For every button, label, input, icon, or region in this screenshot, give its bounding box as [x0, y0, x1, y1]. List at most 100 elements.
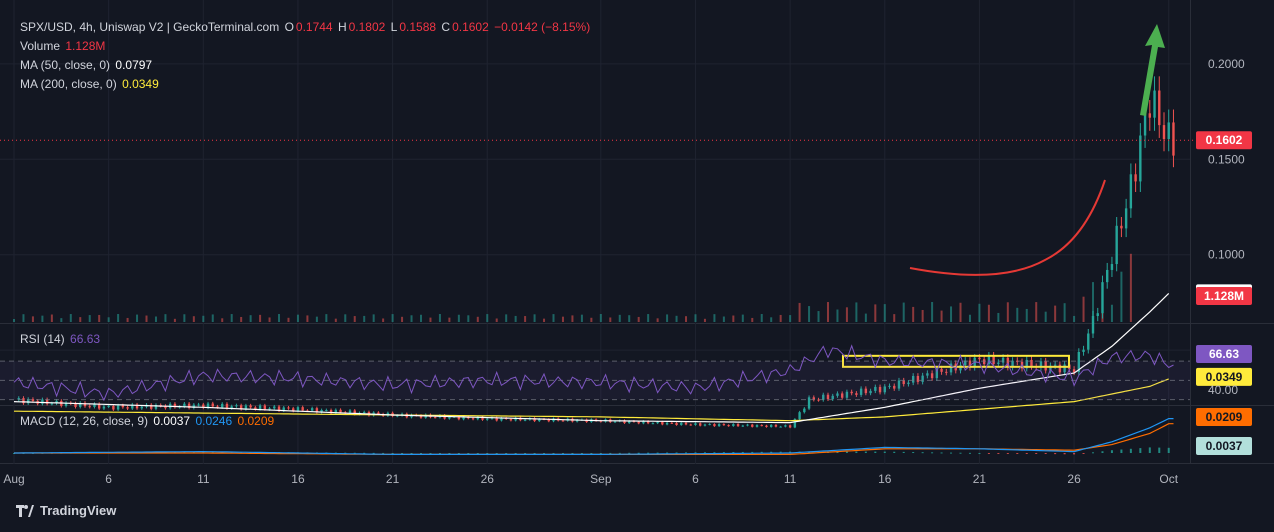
volume-bar [741, 314, 744, 322]
volume-bar [145, 315, 148, 322]
macd-hist-bar [1054, 453, 1057, 455]
macd-hist-bar [978, 453, 981, 454]
candle-body [784, 425, 787, 427]
macd-hist-bar [1044, 453, 1047, 454]
candle-body [1162, 125, 1166, 140]
candle-body [471, 418, 475, 420]
breakout-curve [909, 179, 1106, 276]
volume-bar [315, 316, 318, 322]
volume-bar [599, 314, 602, 322]
volume-bar [353, 316, 356, 322]
candle-body [684, 422, 688, 425]
candle-body [746, 424, 749, 426]
volume-bar [571, 315, 574, 322]
volume-bar [713, 314, 716, 322]
candle-body [755, 425, 759, 427]
tradingview-logo[interactable]: TradingView [16, 503, 116, 518]
volume-bar [382, 318, 385, 322]
volume-bar [779, 314, 782, 322]
candle-body [1129, 174, 1133, 209]
macd-hist-bar [1016, 453, 1019, 454]
volume-bar [703, 318, 706, 322]
volume-bar [136, 314, 139, 322]
candle-body [561, 420, 565, 422]
x-tick-label: 6 [105, 472, 112, 486]
x-tick-label: 11 [784, 472, 797, 486]
volume-bar [1035, 302, 1038, 322]
x-tick-label: 21 [973, 472, 987, 486]
x-tick-label: 16 [291, 472, 305, 486]
volume-bar [874, 304, 877, 322]
candle-body [713, 424, 716, 427]
candle-body [680, 422, 683, 425]
volume-bar [486, 314, 489, 322]
volume-bar [666, 314, 669, 322]
volume-bar [41, 315, 44, 322]
candle-body [675, 423, 678, 425]
tradingview-icon [16, 504, 34, 517]
candle-body [363, 411, 366, 413]
volume-bar [98, 314, 101, 322]
close-label: C [441, 20, 451, 34]
volume-bar [249, 315, 252, 322]
candle-body [112, 406, 115, 410]
y-tick-label: 0.1000 [1208, 248, 1245, 262]
candle-body [249, 405, 252, 408]
candle-body [978, 357, 981, 360]
chart-canvas[interactable]: Aug611162126Sep611162126Oct0.05000.10000… [0, 0, 1274, 532]
volume-bar [401, 316, 404, 322]
macd-hist-bar [1025, 453, 1028, 454]
x-tick-label: Aug [3, 472, 24, 486]
candle-body [287, 407, 290, 409]
volume-bar [647, 314, 650, 322]
volume-bar [628, 315, 631, 322]
candle-body [798, 412, 801, 420]
volume-bar [126, 317, 129, 322]
volume-bar [845, 307, 848, 322]
candle-body [708, 424, 711, 426]
macd-legend: MACD (12, 26, close, 9) 0.0037 0.0246 0.… [20, 412, 276, 431]
volume-bar [192, 316, 195, 322]
volume-bar [751, 317, 754, 322]
macd-hist-bar [931, 452, 934, 454]
candle-body [211, 403, 214, 407]
volume-bar [476, 316, 479, 322]
macd-hist-bar [1120, 449, 1123, 453]
low-value: 0.1588 [399, 20, 437, 34]
candle-body [1167, 122, 1170, 140]
volume-bar [732, 315, 735, 322]
candle-body [1110, 264, 1114, 270]
candle-body [717, 424, 721, 427]
candle-body [703, 424, 707, 426]
volume-bar [826, 302, 829, 322]
volume-bar [931, 302, 934, 322]
candle-body [50, 403, 54, 405]
candle-body [670, 422, 674, 424]
macd-hist-bar [1073, 453, 1076, 455]
volume-bar [514, 315, 517, 322]
candle-body [651, 423, 655, 425]
volume-bar [921, 309, 924, 322]
macd-hist-bar [855, 451, 858, 453]
candle-body [523, 419, 527, 421]
ma50-legend: MA (50, close, 0) 0.0797 [20, 56, 154, 75]
candle-body [325, 409, 328, 411]
candle-body [258, 405, 262, 410]
volume-bar [306, 315, 309, 322]
y-tick-label: 0.2000 [1208, 57, 1245, 71]
change-value: −0.0142 (−8.15%) [494, 20, 591, 34]
macd-hist-bar [940, 452, 943, 454]
candle-body [774, 424, 778, 427]
macd-signal-value: 0.0209 [237, 414, 275, 428]
volume-bar [88, 315, 91, 322]
volume-bar [1073, 315, 1076, 322]
candle-body [273, 406, 276, 409]
volume-label: Volume [20, 39, 61, 53]
candle-body [1124, 208, 1128, 229]
volume-bar [808, 306, 811, 322]
candle-body [107, 406, 110, 408]
volume-bar [722, 316, 725, 322]
symbol-line: SPX/USD, 4h, Uniswap V2 | GeckoTerminal.… [20, 20, 280, 34]
volume-bar [429, 317, 432, 322]
candle-body [803, 408, 806, 413]
